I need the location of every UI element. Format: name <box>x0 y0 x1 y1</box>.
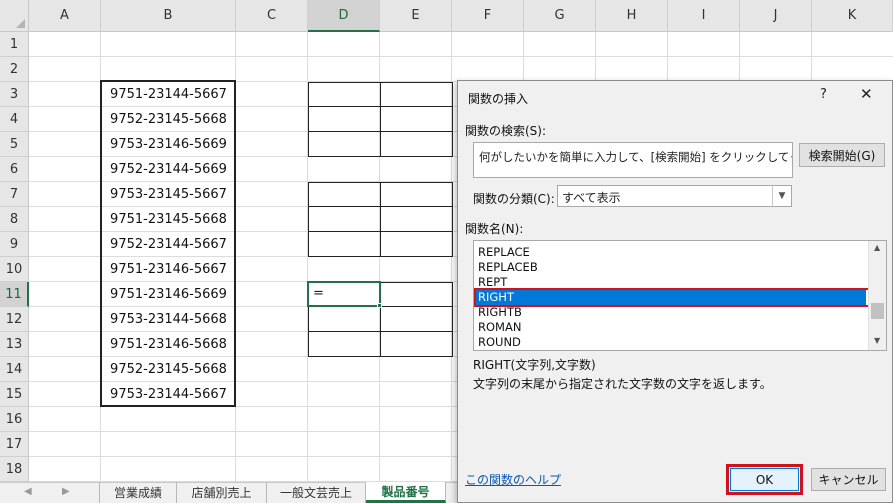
cell-b3[interactable]: 9751-23144-5667 <box>101 82 236 107</box>
dialog-title: 関数の挿入 <box>468 92 529 106</box>
category-label: 関数の分類(C): <box>473 192 555 206</box>
row-header-16[interactable]: 16 <box>0 407 29 432</box>
cell-b9[interactable]: 9752-23144-5667 <box>101 232 236 257</box>
fill-handle[interactable] <box>377 303 382 308</box>
sheet-tab-4[interactable]: 製品番号 <box>366 482 446 503</box>
row-header-5[interactable]: 5 <box>0 132 29 157</box>
column-header-a[interactable]: A <box>29 0 101 32</box>
list-item[interactable]: ROMAN <box>476 320 866 335</box>
function-description: 文字列の末尾から指定された文字数の文字を返します。 <box>473 377 772 391</box>
list-item[interactable]: RIGHTB <box>476 305 866 320</box>
list-scrollbar[interactable]: ▲ ▼ <box>868 241 886 350</box>
row-header-18[interactable]: 18 <box>0 457 29 482</box>
cell-b10[interactable]: 9751-23146-5667 <box>101 257 236 282</box>
search-label: 関数の検索(S): <box>465 124 547 138</box>
de-box-divider <box>380 182 381 257</box>
select-all-corner[interactable] <box>0 0 29 32</box>
column-header-i[interactable]: I <box>668 0 740 32</box>
row-header-13[interactable]: 13 <box>0 332 29 357</box>
row-header-14[interactable]: 14 <box>0 357 29 382</box>
row-header-2[interactable]: 2 <box>0 57 29 82</box>
row-header-11[interactable]: 11 <box>0 282 29 307</box>
function-syntax: RIGHT(文字列,文字数) <box>473 358 596 372</box>
column-header-j[interactable]: J <box>740 0 812 32</box>
cancel-button[interactable]: キャンセル <box>811 468 886 491</box>
help-icon[interactable]: ? <box>820 87 827 102</box>
column-header-f[interactable]: F <box>452 0 524 32</box>
function-names-label: 関数名(N): <box>465 222 524 236</box>
list-item[interactable]: ROUND <box>476 335 866 350</box>
chevron-down-icon[interactable]: ▼ <box>772 186 791 206</box>
ok-button[interactable]: OK <box>730 468 799 491</box>
column-header-h[interactable]: H <box>596 0 668 32</box>
function-help-link[interactable]: この関数のヘルプ <box>465 471 561 488</box>
column-header-k[interactable]: K <box>812 0 893 32</box>
list-item[interactable]: REPLACEB <box>476 260 866 275</box>
close-icon[interactable]: ✕ <box>860 85 873 103</box>
tab-scroll-right-icon[interactable]: ▶ <box>62 486 70 497</box>
row-header-7[interactable]: 7 <box>0 182 29 207</box>
list-item[interactable]: REPLACE <box>476 245 866 260</box>
function-list[interactable]: REPLACE REPLACEB REPT RIGHT RIGHTB ROMAN… <box>473 240 887 351</box>
select-all-triangle <box>16 19 25 28</box>
cell-b12[interactable]: 9753-23144-5668 <box>101 307 236 332</box>
row-header-17[interactable]: 17 <box>0 432 29 457</box>
row-gridline <box>29 56 893 57</box>
row-header-9[interactable]: 9 <box>0 232 29 257</box>
row-header-15[interactable]: 15 <box>0 382 29 407</box>
sheet-tab-2[interactable]: 店舗別売上 <box>177 482 267 503</box>
column-header-d[interactable]: D <box>308 0 380 32</box>
cell-b8[interactable]: 9751-23145-5668 <box>101 207 236 232</box>
row-header-10[interactable]: 10 <box>0 257 29 282</box>
scrollbar-thumb[interactable] <box>871 303 884 319</box>
cell-b4[interactable]: 9752-23145-5668 <box>101 107 236 132</box>
cell-b5[interactable]: 9753-23146-5669 <box>101 132 236 157</box>
scroll-up-icon[interactable]: ▲ <box>874 243 880 252</box>
column-header-e[interactable]: E <box>380 0 452 32</box>
column-header-g[interactable]: G <box>524 0 596 32</box>
scroll-down-icon[interactable]: ▼ <box>874 336 880 345</box>
active-cell-text: = <box>313 286 324 301</box>
cell-b13[interactable]: 9751-23146-5668 <box>101 332 236 357</box>
cell-b7[interactable]: 9753-23145-5667 <box>101 182 236 207</box>
row-header-3[interactable]: 3 <box>0 82 29 107</box>
sheet-tab-3[interactable]: 一般文芸売上 <box>267 482 366 503</box>
row-header-1[interactable]: 1 <box>0 32 29 57</box>
tab-scroll-left-icon[interactable]: ◀ <box>24 486 32 497</box>
row-header-4[interactable]: 4 <box>0 107 29 132</box>
row-header-8[interactable]: 8 <box>0 207 29 232</box>
cell-b6[interactable]: 9752-23144-5669 <box>101 157 236 182</box>
column-header-c[interactable]: C <box>236 0 308 32</box>
insert-function-dialog: 関数の挿入 ? ✕ 関数の検索(S): 何がしたいかを簡単に入力して、[検索開始… <box>457 80 893 503</box>
de-box-divider <box>380 82 381 157</box>
column-header-b[interactable]: B <box>101 0 236 32</box>
cell-b11[interactable]: 9751-23146-5669 <box>101 282 236 307</box>
sheet-tab-1[interactable]: 営業成績 <box>99 482 177 503</box>
cell-b14[interactable]: 9752-23145-5668 <box>101 357 236 382</box>
active-cell-d11[interactable]: = <box>307 281 381 307</box>
search-input[interactable]: 何がしたいかを簡単に入力して、[検索開始] をクリックしてください。 <box>473 142 793 178</box>
category-value: すべて表示 <box>562 191 621 205</box>
row-header-12[interactable]: 12 <box>0 307 29 332</box>
search-start-button[interactable]: 検索開始(G) <box>799 143 885 167</box>
cell-b15[interactable]: 9753-23144-5667 <box>101 382 236 407</box>
row-header-6[interactable]: 6 <box>0 157 29 182</box>
category-select[interactable]: すべて表示 ▼ <box>557 185 792 207</box>
